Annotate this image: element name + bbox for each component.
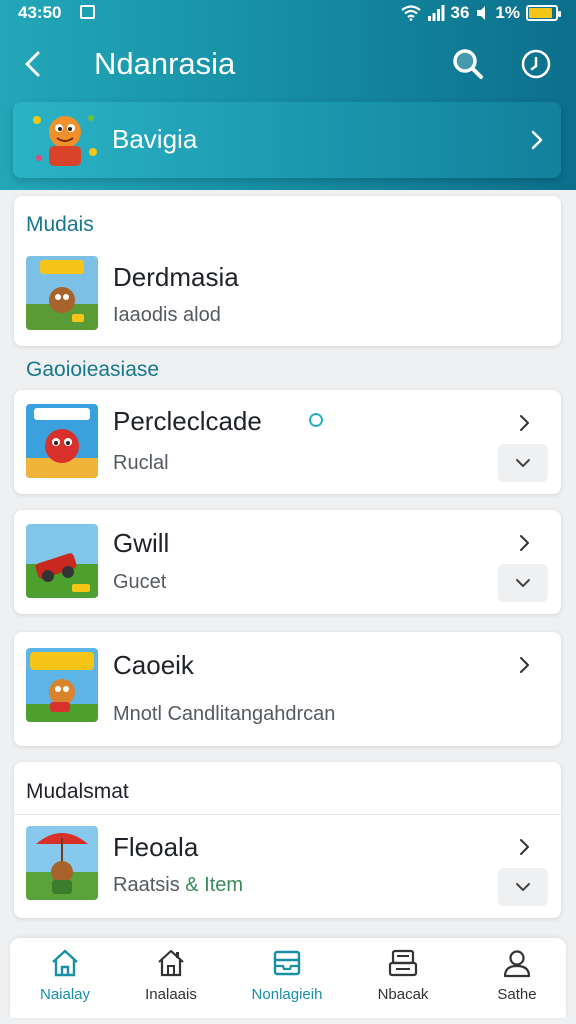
chevron-right-icon [531, 130, 543, 150]
battery-fill [529, 8, 553, 18]
list-item-card[interactable]: Gwill Gucet [14, 510, 561, 614]
nav-item-profile[interactable]: Sathe [462, 946, 572, 1012]
game-thumbnail [26, 524, 98, 598]
chevron-right-icon[interactable] [514, 530, 536, 556]
profile-icon [503, 950, 531, 978]
chevron-right-icon[interactable] [514, 410, 536, 436]
list-item-subtitle: Ruclal [113, 452, 169, 474]
section-title: Mudalsmat [26, 780, 129, 803]
nav-label: Inalaais [145, 986, 197, 1003]
bottom-navigation: Naialay Inalaais Nonlagieih Nbacak Sathe [10, 938, 566, 1018]
chevron-down-icon [516, 459, 530, 467]
list-item-subtitle: Iaaodis alod [113, 304, 221, 326]
mute-icon [477, 6, 486, 20]
house-icon [158, 949, 184, 977]
inbox-icon [273, 950, 301, 976]
section-title: Mudais [26, 213, 94, 236]
list-item-subtitle: Mnotl Candlitangahdrcan [113, 703, 336, 725]
chevron-right-icon[interactable] [514, 834, 536, 860]
nav-label: Nonlagieih [251, 986, 323, 1003]
list-item-title: Derdmasia [113, 262, 239, 292]
home-icon [52, 949, 78, 977]
chevron-down-icon [516, 883, 530, 891]
list-item-card[interactable]: Caoeik Mnotl Candlitangahdrcan [14, 632, 561, 746]
featured-banner[interactable]: Bavigia [13, 102, 561, 178]
nav-item-home[interactable]: Naialay [10, 946, 120, 1012]
list-item-subtitle: Raatsis & Item [113, 874, 243, 897]
page-title: Ndanrasia [94, 46, 236, 81]
list-item-title: Gwill [113, 528, 170, 558]
section-title: Gaoioieasiase [26, 358, 160, 381]
status-dot-icon [309, 413, 323, 427]
list-item-subtitle: Gucet [113, 571, 167, 593]
image-notification-icon [80, 5, 95, 19]
status-time: 43:50 [18, 3, 62, 22]
divider [14, 814, 561, 815]
nav-item-2[interactable]: Inalaais [116, 946, 226, 1012]
banner-label: Bavigia [112, 124, 198, 154]
chevron-down-icon [516, 579, 530, 587]
battery-percent: 1% [495, 3, 520, 22]
section-card-1: Mudais Derdmasia Iaaodis alod [14, 196, 561, 346]
game-thumbnail [26, 404, 98, 478]
game-thumbnail [26, 256, 98, 330]
app-bar: Ndanrasia [0, 36, 576, 92]
search-icon[interactable] [448, 44, 488, 84]
expand-button[interactable] [498, 868, 548, 906]
back-icon[interactable] [14, 44, 54, 84]
list-item-title: Caoeik [113, 650, 194, 680]
subtitle-accent: & Item [185, 874, 244, 896]
nav-label: Nbacak [377, 986, 429, 1003]
subtitle-prefix: Raatsis [113, 874, 180, 896]
nav-label: Naialay [39, 986, 91, 1003]
list-item-title: Fleoala [113, 832, 199, 862]
game-thumbnail [26, 826, 98, 900]
network-label: 36 [450, 3, 470, 22]
list-item-card[interactable]: Percleclcade Ruclal [14, 390, 561, 494]
nav-item-4[interactable]: Nbacak [348, 946, 458, 1012]
banner-game-art [33, 115, 97, 166]
wifi-icon [400, 5, 421, 21]
status-right: 36 1% [400, 3, 561, 23]
tray-icon [388, 949, 418, 977]
status-bar: 43:50 36 1% [0, 0, 576, 26]
battery-icon [526, 5, 561, 21]
signal-icon [427, 5, 444, 21]
chevron-right-icon[interactable] [514, 652, 536, 678]
info-icon[interactable] [516, 44, 556, 84]
game-thumbnail [26, 648, 98, 722]
nav-label: Sathe [497, 986, 537, 1003]
nav-item-3[interactable]: Nonlagieih [232, 946, 342, 1012]
app-header: 43:50 36 1% Ndanrasia Bavigia [0, 0, 576, 190]
expand-button[interactable] [498, 564, 548, 602]
list-item-title: Percleclcade [113, 406, 262, 436]
expand-button[interactable] [498, 444, 548, 482]
section-card-3: Mudalsmat Fleoala Raatsis & Item [14, 762, 561, 918]
